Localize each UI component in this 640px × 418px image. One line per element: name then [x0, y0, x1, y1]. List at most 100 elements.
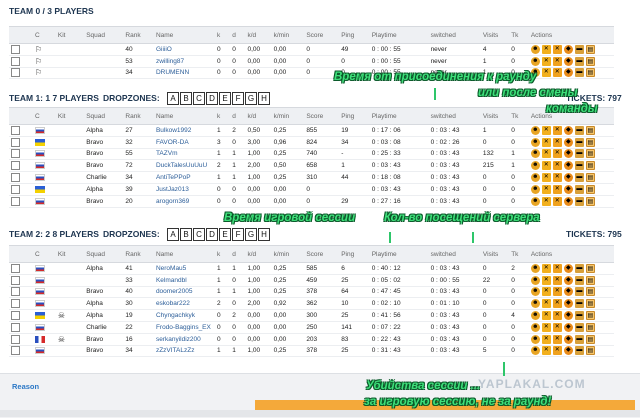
- kill-icon[interactable]: ☻: [530, 287, 540, 297]
- table-row[interactable]: ⚐ 53 zwilling87 0 0 0,00 0,00 0 0 0 : 00 : 55 neve…: [9, 55, 614, 68]
- info-icon[interactable]: ▤: [585, 68, 595, 78]
- kill-icon[interactable]: ☻: [530, 173, 540, 183]
- table-row[interactable]: Bravo 32 FAVOR-DA 3 0 3,00 0,96 824 34 0 : 03 : 0…: [9, 136, 614, 149]
- kill-icon[interactable]: ☻: [530, 346, 540, 356]
- row-checkbox[interactable]: [11, 184, 20, 194]
- column-header-actions[interactable]: Actions: [528, 26, 614, 44]
- info-icon[interactable]: ▤: [585, 299, 595, 309]
- warn-icon[interactable]: ▬: [574, 137, 584, 147]
- kill-icon[interactable]: ☻: [530, 161, 540, 171]
- info-icon[interactable]: ▤: [585, 311, 595, 321]
- kill-icon[interactable]: ☻: [530, 149, 540, 159]
- column-header-tk[interactable]: Tk: [509, 245, 529, 263]
- move-icon[interactable]: ◆: [563, 287, 573, 297]
- warn-icon[interactable]: ▬: [574, 322, 584, 332]
- ban-icon[interactable]: ✕: [552, 322, 562, 332]
- table-row[interactable]: ⚐ 40 GiiiiO 0 0 0,00 0,00 0 49 0 : 00 : 55 never 4 0…: [9, 43, 614, 56]
- kick-icon[interactable]: ✕: [541, 196, 551, 206]
- table-row[interactable]: Charlie 22 Frodo-Baggins_EX 0 0 0,00 0,00 250 14…: [9, 321, 614, 334]
- kick-icon[interactable]: ✕: [541, 184, 551, 194]
- column-header-name[interactable]: Name: [153, 26, 215, 44]
- kick-icon[interactable]: ✕: [541, 287, 551, 297]
- info-icon[interactable]: ▤: [585, 149, 595, 159]
- column-header-ping[interactable]: Ping: [339, 245, 370, 263]
- column-header-d[interactable]: d: [230, 26, 246, 44]
- player-name-link[interactable]: FAVOR-DA: [153, 136, 215, 149]
- move-icon[interactable]: ◆: [563, 334, 573, 344]
- dropzone-c-button[interactable]: C: [193, 92, 206, 105]
- kick-icon[interactable]: ✕: [541, 125, 551, 135]
- column-header-kit[interactable]: Kit: [55, 107, 85, 125]
- warn-icon[interactable]: ▬: [574, 173, 584, 183]
- move-icon[interactable]: ◆: [563, 346, 573, 356]
- ban-icon[interactable]: ✕: [552, 68, 562, 78]
- kick-icon[interactable]: ✕: [541, 311, 551, 321]
- ban-icon[interactable]: ✕: [552, 137, 562, 147]
- column-header-k[interactable]: k: [214, 107, 231, 125]
- move-icon[interactable]: ◆: [563, 275, 573, 285]
- row-checkbox[interactable]: [11, 311, 20, 321]
- info-icon[interactable]: ▤: [585, 196, 595, 206]
- warn-icon[interactable]: ▬: [574, 334, 584, 344]
- column-header-kd[interactable]: k/d: [245, 107, 272, 125]
- dropzone-d-button[interactable]: D: [206, 228, 219, 241]
- column-header-kmin[interactable]: k/min: [271, 107, 305, 125]
- player-name-link[interactable]: DuckTalesUuUuU: [153, 159, 215, 173]
- move-icon[interactable]: ◆: [563, 149, 573, 159]
- info-icon[interactable]: ▤: [585, 137, 595, 147]
- info-icon[interactable]: ▤: [585, 263, 595, 273]
- table-row[interactable]: ☠ Alpha 19 Chyngachkyk 0 2 0,00 0,00 300 25 0 : 41…: [9, 309, 614, 322]
- dropzone-b-button[interactable]: B: [180, 92, 193, 105]
- player-name-link[interactable]: TAZVm: [153, 148, 215, 161]
- kick-icon[interactable]: ✕: [541, 334, 551, 344]
- row-checkbox[interactable]: [11, 125, 20, 135]
- kill-icon[interactable]: ☻: [530, 299, 540, 309]
- column-header-score[interactable]: Score: [304, 107, 340, 125]
- move-icon[interactable]: ◆: [563, 56, 573, 66]
- kill-icon[interactable]: ☻: [530, 137, 540, 147]
- kick-icon[interactable]: ✕: [541, 68, 551, 78]
- column-header-kd[interactable]: k/d: [245, 26, 272, 44]
- kick-icon[interactable]: ✕: [541, 263, 551, 273]
- player-name-link[interactable]: DRUMENN: [153, 67, 215, 80]
- column-header-name[interactable]: Name: [153, 245, 215, 263]
- player-name-link[interactable]: zZzVITALzZz: [153, 345, 215, 358]
- row-checkbox[interactable]: [11, 68, 20, 78]
- column-header-squad[interactable]: Squad: [84, 107, 124, 125]
- player-name-link[interactable]: serkanyildiz200: [153, 333, 215, 346]
- warn-icon[interactable]: ▬: [574, 125, 584, 135]
- player-name-link[interactable]: AntiTePPoP: [153, 171, 215, 184]
- table-row[interactable]: Bravo 55 TAZVm 1 1 1,00 0,25 740-0 : 25 : 33 0 :…: [9, 148, 614, 161]
- ban-icon[interactable]: ✕: [552, 184, 562, 194]
- column-header-visits[interactable]: Visits: [480, 26, 510, 44]
- ban-icon[interactable]: ✕: [552, 161, 562, 171]
- column-header-visits[interactable]: Visits: [480, 245, 510, 263]
- move-icon[interactable]: ◆: [563, 311, 573, 321]
- move-icon[interactable]: ◆: [563, 161, 573, 171]
- row-checkbox[interactable]: [11, 149, 20, 159]
- column-header-kit[interactable]: Kit: [55, 245, 85, 263]
- table-row[interactable]: Alpha 30 eskobar222 2 0 2,00 0,92 362 10 0 : 02 :…: [9, 297, 614, 311]
- player-name-link[interactable]: Frodo-Baggins_EX: [153, 321, 215, 334]
- row-checkbox[interactable]: [11, 196, 20, 206]
- info-icon[interactable]: ▤: [585, 334, 595, 344]
- warn-icon[interactable]: ▬: [574, 161, 584, 171]
- kick-icon[interactable]: ✕: [541, 161, 551, 171]
- column-header-squad[interactable]: Squad: [84, 245, 124, 263]
- kill-icon[interactable]: ☻: [530, 196, 540, 206]
- horizontal-scrollbar[interactable]: [0, 410, 640, 417]
- dropzone-a-button[interactable]: A: [167, 92, 180, 105]
- column-header-squad[interactable]: Squad: [84, 26, 124, 44]
- info-icon[interactable]: ▤: [585, 322, 595, 332]
- player-name-link[interactable]: arogorn369: [153, 195, 215, 208]
- row-checkbox[interactable]: [11, 56, 20, 66]
- dropzone-g-button[interactable]: G: [245, 92, 258, 105]
- row-checkbox[interactable]: [11, 275, 20, 285]
- column-header-visits[interactable]: Visits: [480, 107, 510, 125]
- column-header-kd[interactable]: k/d: [245, 245, 272, 263]
- column-header-c[interactable]: C: [32, 107, 56, 125]
- column-header-rank[interactable]: Rank: [123, 26, 154, 44]
- warn-icon[interactable]: ▬: [574, 68, 584, 78]
- ban-icon[interactable]: ✕: [552, 149, 562, 159]
- warn-icon[interactable]: ▬: [574, 299, 584, 309]
